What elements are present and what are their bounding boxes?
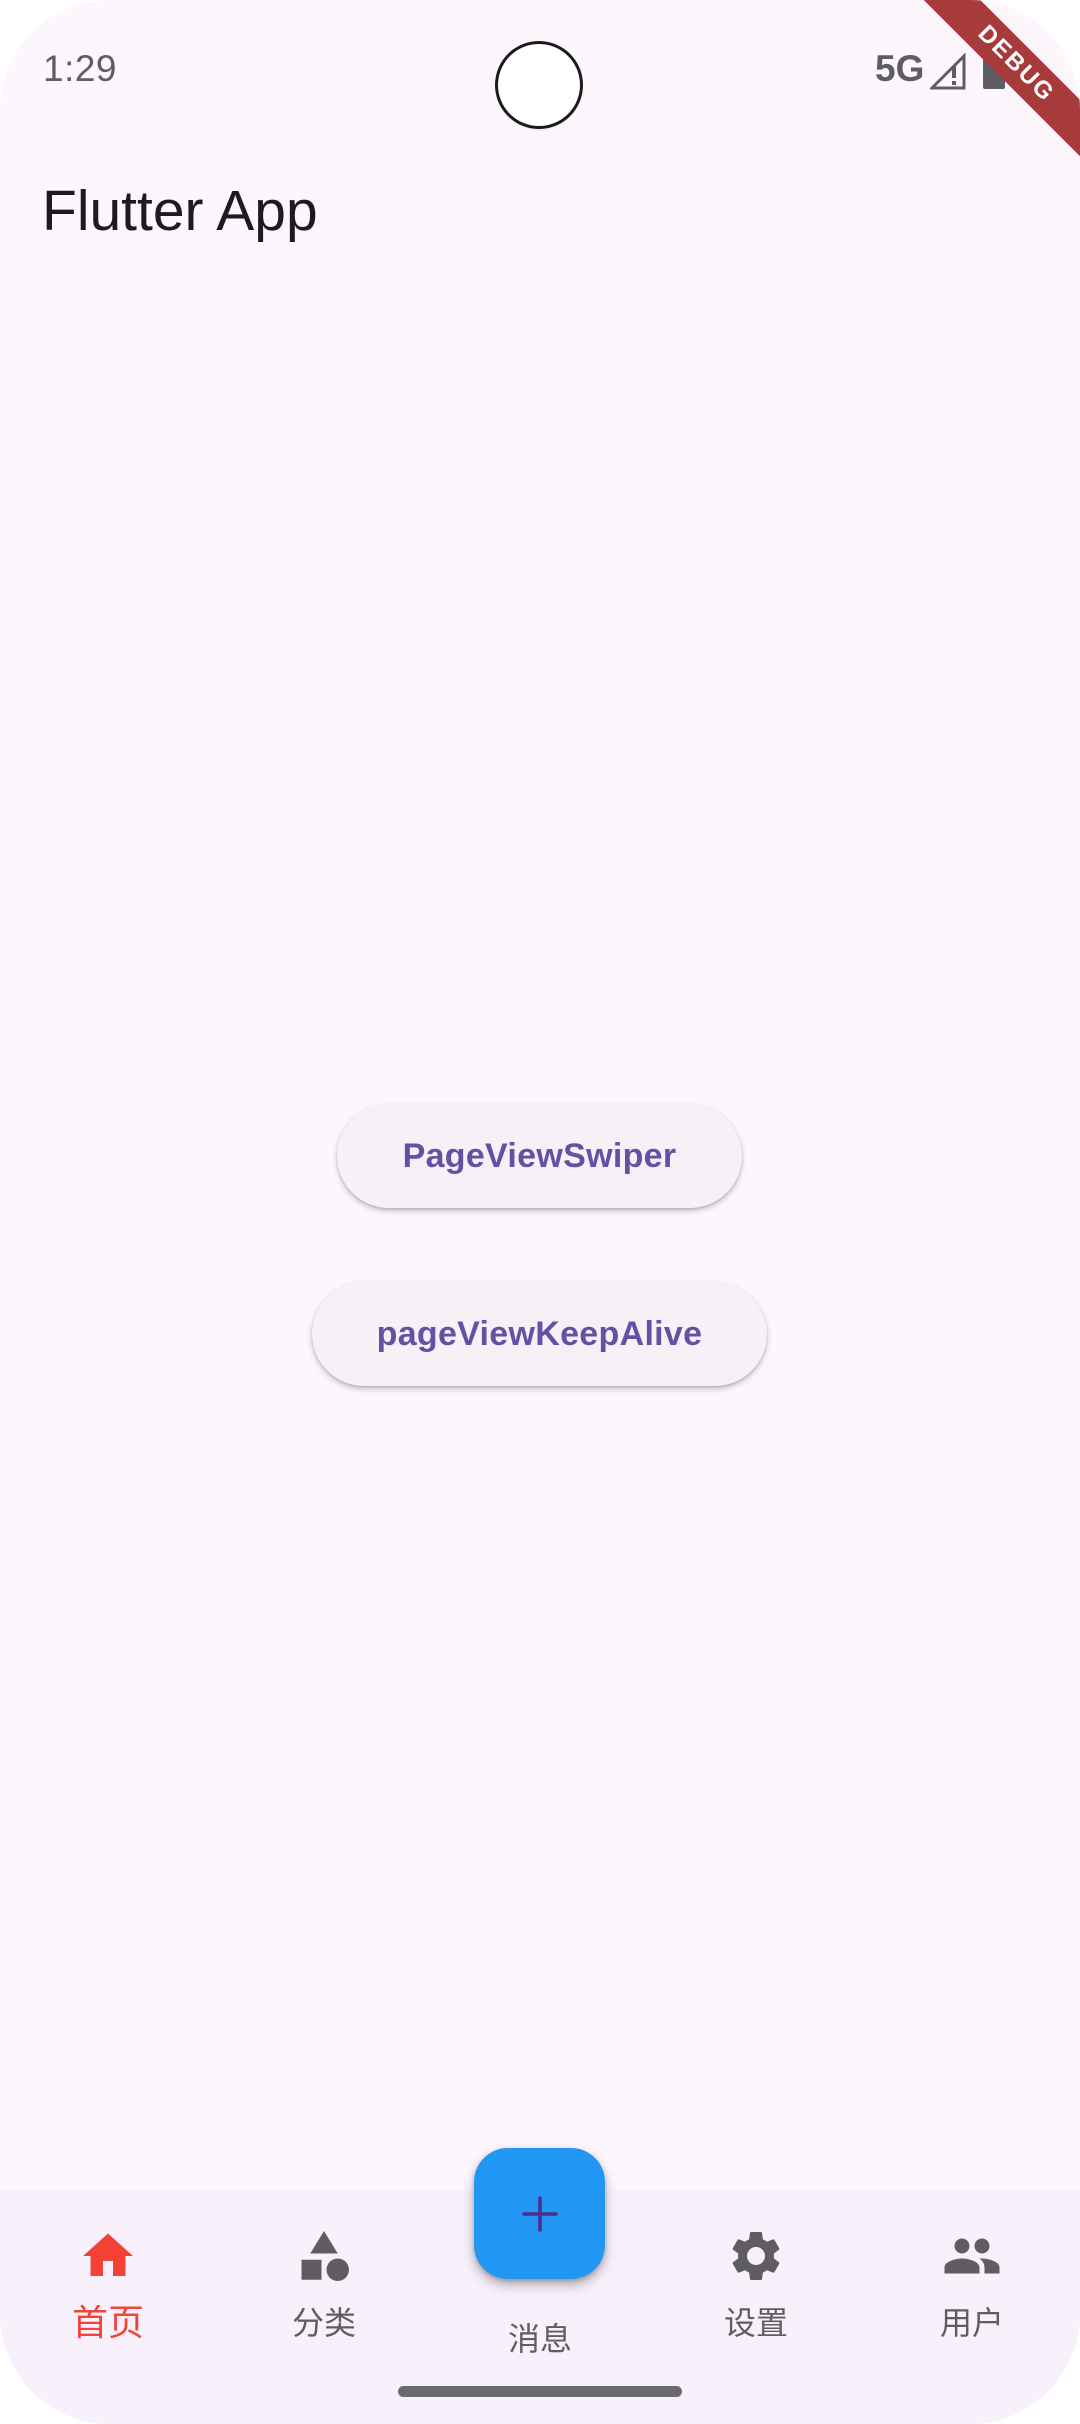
nav-label-message: 消息 bbox=[507, 2321, 572, 2357]
page-view-swiper-button[interactable]: PageViewSwiper bbox=[337, 1104, 742, 1208]
category-icon bbox=[301, 2231, 349, 2281]
camera-cutout bbox=[498, 44, 580, 126]
status-time: 1:29 bbox=[43, 48, 118, 89]
home-icon bbox=[83, 2233, 133, 2276]
signal-icon bbox=[930, 52, 966, 90]
add-fab-button[interactable] bbox=[474, 2148, 605, 2279]
nav-label-category: 分类 bbox=[291, 2305, 356, 2341]
gear-icon bbox=[732, 2232, 780, 2280]
nav-item-settings[interactable]: 设置 bbox=[648, 2226, 864, 2356]
nav-item-user[interactable]: 用户 bbox=[864, 2226, 1080, 2356]
network-type: 5G bbox=[875, 48, 925, 89]
home-gesture-bar[interactable] bbox=[398, 2386, 682, 2397]
nav-item-category[interactable]: 分类 bbox=[216, 2226, 432, 2356]
plus-icon bbox=[521, 2195, 558, 2232]
nav-label-home: 首页 bbox=[71, 2302, 144, 2343]
people-icon bbox=[944, 2238, 1000, 2274]
battery-icon bbox=[983, 47, 1005, 89]
app-bar-title: Flutter App bbox=[42, 179, 318, 243]
status-bar: 1:29 5G bbox=[0, 0, 1080, 140]
nav-item-home[interactable]: 首页 bbox=[0, 2226, 216, 2356]
phone-screen: 1:29 5G DEBUG Flutter App PageViewSwiper… bbox=[0, 0, 1080, 2424]
nav-label-user: 用户 bbox=[939, 2305, 1004, 2341]
nav-label-settings: 设置 bbox=[723, 2305, 788, 2341]
page-view-keep-alive-button[interactable]: pageViewKeepAlive bbox=[312, 1282, 767, 1386]
